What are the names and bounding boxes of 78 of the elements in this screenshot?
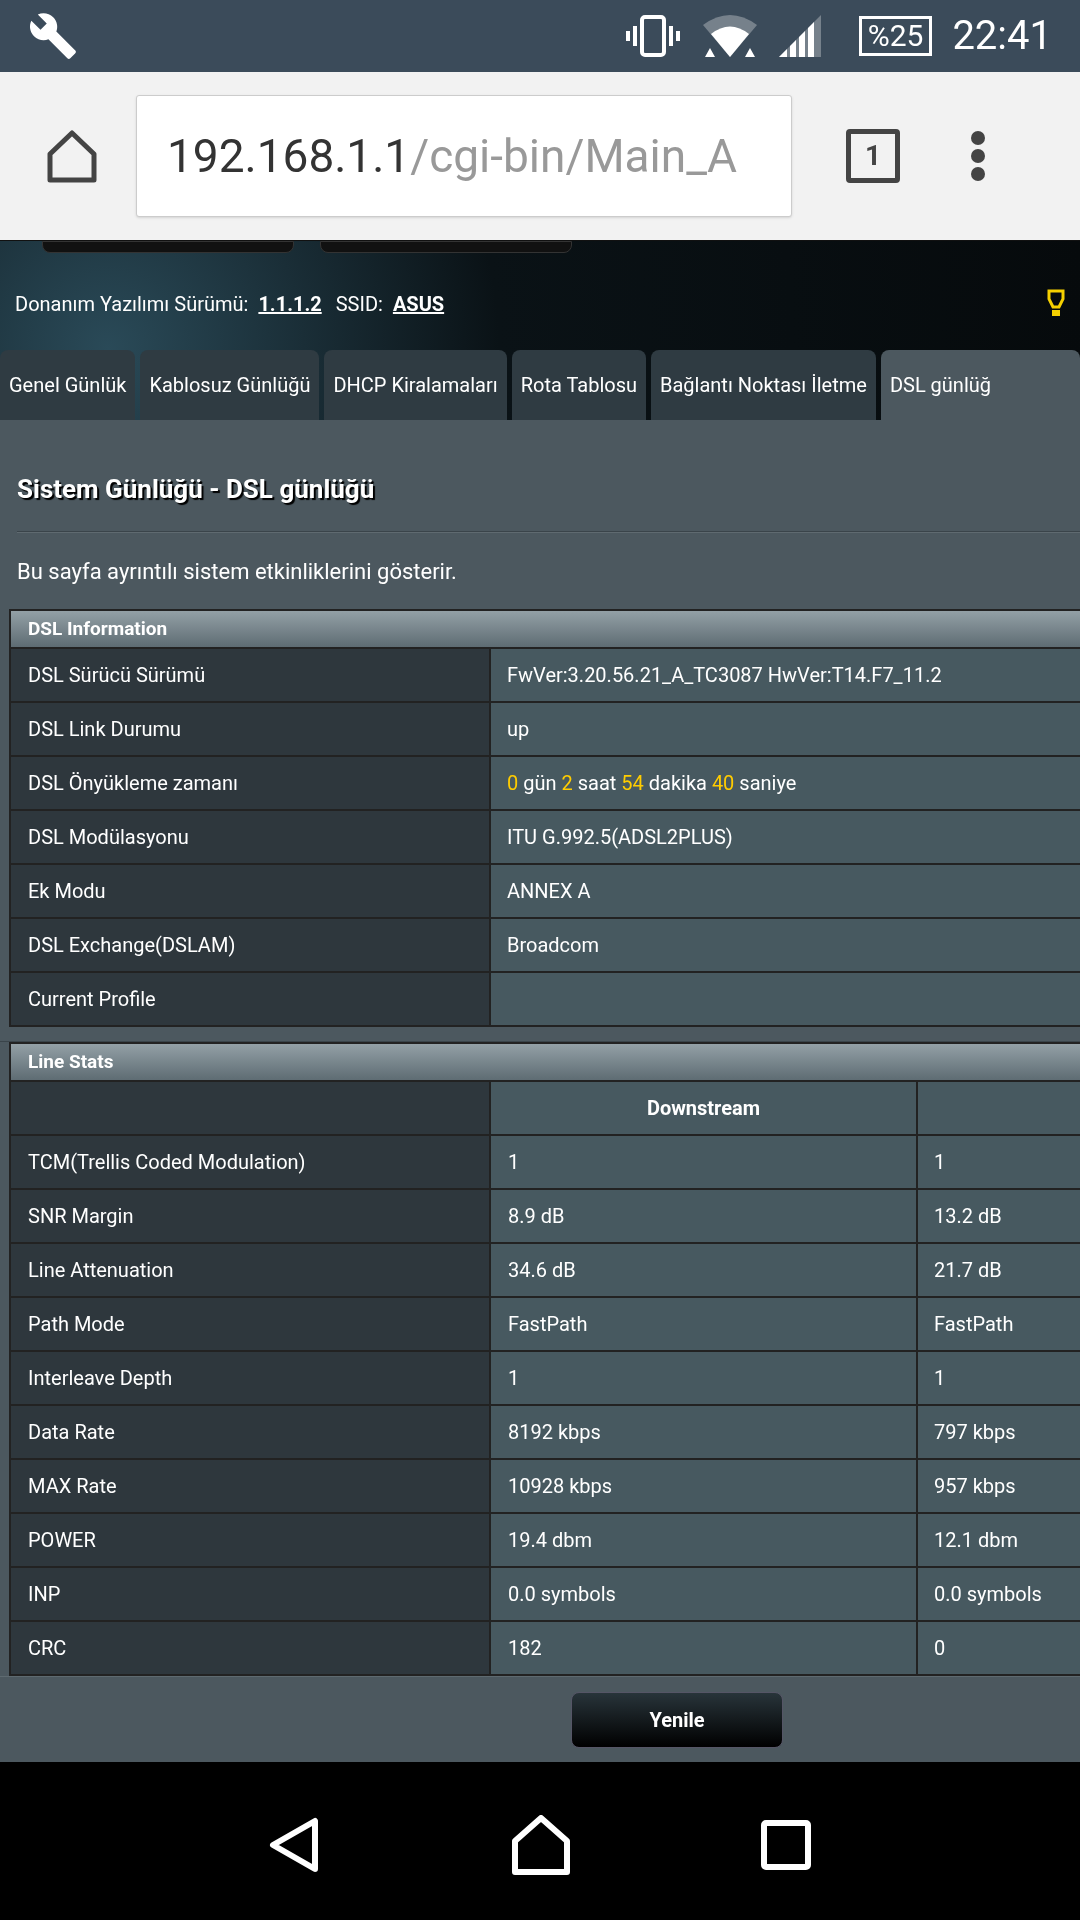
section-header: Line Stats	[11, 1044, 1080, 1082]
row-label: Data Rate	[11, 1406, 491, 1458]
table-cell: FastPath	[491, 1298, 918, 1350]
table-cell: 21.7 dB	[918, 1244, 1080, 1296]
value-text: ANNEX A	[507, 878, 591, 905]
table-cell: 957 kbps	[918, 1460, 1080, 1512]
table-cell: 0.0 symbols	[918, 1568, 1080, 1620]
ssid-link[interactable]: ASUS	[392, 289, 445, 319]
row-label: CRC	[11, 1622, 491, 1674]
column-header: Downstream	[491, 1082, 918, 1134]
recent-apps-icon[interactable]	[761, 1819, 811, 1870]
row-label: DSL Modülasyonu	[11, 811, 491, 863]
highlighted-number: 54	[621, 770, 644, 797]
ssid-label: SSID:	[335, 291, 383, 318]
tab[interactable]: Kablosuz Günlüğü	[140, 350, 320, 420]
wrench-icon	[28, 11, 78, 61]
row-label: DSL Exchange(DSLAM)	[11, 919, 491, 971]
overflow-menu-icon[interactable]	[970, 130, 986, 182]
row-label: Line Attenuation	[11, 1244, 491, 1296]
table-cell: 13.2 dB	[918, 1190, 1080, 1242]
home-icon[interactable]	[511, 1814, 571, 1875]
table-cell: FastPath	[918, 1298, 1080, 1350]
table-cell: 1	[491, 1352, 918, 1404]
row-label: Interleave Depth	[11, 1352, 491, 1404]
firmware-label: Donanım Yazılımı Sürümü:	[15, 291, 249, 318]
back-icon[interactable]	[269, 1816, 321, 1873]
tab-count-button[interactable]: 1	[846, 129, 900, 183]
page-description: Bu sayfa ayrıntılı sistem etkinliklerini gösterir.	[16, 558, 458, 586]
table-cell: 1	[918, 1352, 1080, 1404]
light-bulb-icon	[1047, 289, 1065, 319]
table-cell: 8.9 dB	[491, 1190, 918, 1242]
table-cell: 1	[918, 1136, 1080, 1188]
page-title: Sistem Günlüğü - DSL günlüğü	[16, 473, 376, 506]
tab[interactable]: DSL günlüğ	[880, 350, 1080, 420]
value-text: saat	[576, 770, 618, 797]
value-text: Broadcom	[507, 932, 600, 959]
row-label: TCM(Trellis Coded Modulation)	[11, 1136, 491, 1188]
row-label: Ek Modu	[11, 865, 491, 917]
url-field[interactable]: 192.168.1.1/cgi-bin/Main_A	[136, 95, 792, 217]
row-label: Path Mode	[11, 1298, 491, 1350]
table-cell: 34.6 dB	[491, 1244, 918, 1296]
tab[interactable]: DHCP Kiralamaları	[324, 350, 507, 420]
section-header: DSL Information	[11, 611, 1080, 649]
highlighted-number: 2	[561, 770, 573, 797]
table-cell: 797 kbps	[918, 1406, 1080, 1458]
table-cell: 0.0 symbols	[491, 1568, 918, 1620]
row-label: INP	[11, 1568, 491, 1620]
table-cell: 8192 kbps	[491, 1406, 918, 1458]
row-label: DSL Sürücü Sürümü	[11, 649, 491, 701]
value-text: ITU G.992.5(ADSL2PLUS)	[507, 824, 733, 851]
battery-icon: %25	[858, 16, 933, 56]
table-cell: 1	[491, 1136, 918, 1188]
row-label: DSL Önyükleme zamanı	[11, 757, 491, 809]
value-text: up	[507, 716, 530, 743]
table-cell: 0	[918, 1622, 1080, 1674]
value-text: gün	[522, 770, 558, 797]
value-text: saniye	[738, 770, 797, 797]
value-text: FwVer:3.20.56.21_A_TC3087 HwVer:T14.F7_11.2	[507, 662, 942, 689]
highlighted-number: 0	[507, 770, 519, 797]
tab[interactable]: Bağlantı Noktası İletme	[651, 350, 876, 420]
row-label: SNR Margin	[11, 1190, 491, 1242]
table-cell: 10928 kbps	[491, 1460, 918, 1512]
firmware-version-link[interactable]: 1.1.1.2	[258, 289, 322, 319]
tab[interactable]: Rota Tablosu	[511, 350, 646, 420]
clock-time: 22:41	[952, 11, 1052, 61]
vibrate-icon	[624, 14, 681, 58]
row-label: DSL Link Durumu	[11, 703, 491, 755]
table-cell: 12.1 dbm	[918, 1514, 1080, 1566]
refresh-button[interactable]: Yenile	[571, 1691, 783, 1748]
value-text: dakika	[647, 770, 708, 797]
table-cell: 19.4 dbm	[491, 1514, 918, 1566]
row-label: POWER	[11, 1514, 491, 1566]
highlighted-number: 40	[711, 770, 735, 797]
table-cell: 182	[491, 1622, 918, 1674]
row-label: Current Profile	[11, 973, 491, 1025]
row-label: MAX Rate	[11, 1460, 491, 1512]
tab[interactable]: Genel Günlük	[0, 350, 136, 420]
wifi-icon	[700, 13, 759, 59]
